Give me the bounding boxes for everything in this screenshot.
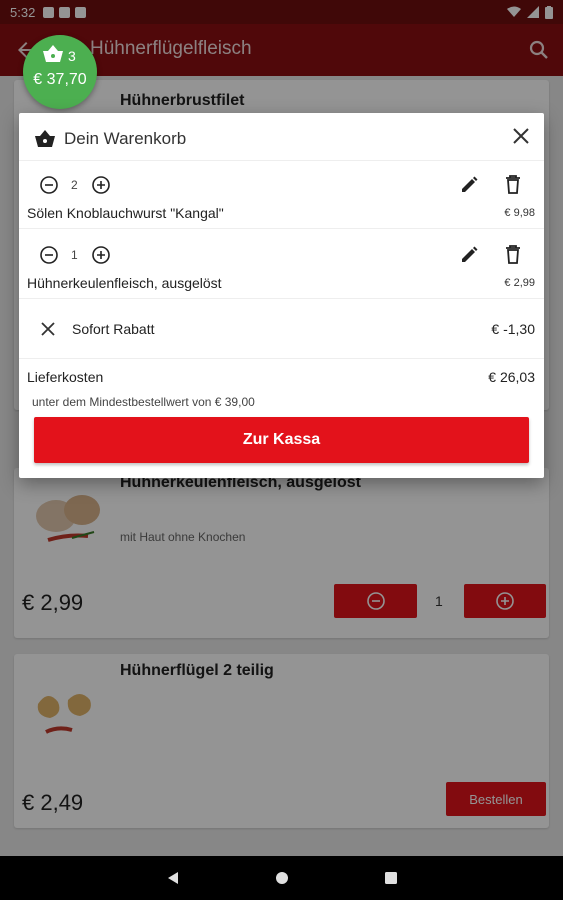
cart-item: 2 Sölen Knoblauchwurst "Kangal" € 9,98 bbox=[19, 161, 544, 229]
minus-circle-icon[interactable] bbox=[39, 245, 59, 265]
item-name: Hühnerkeulenfleisch, ausgelöst bbox=[27, 275, 222, 291]
trash-icon[interactable] bbox=[504, 174, 522, 194]
trash-icon[interactable] bbox=[504, 244, 522, 264]
dialog-title: Dein Warenkorb bbox=[64, 129, 187, 148]
checkout-button[interactable]: Zur Kassa bbox=[34, 417, 529, 463]
item-quantity: 2 bbox=[71, 178, 78, 192]
item-quantity: 1 bbox=[71, 248, 78, 262]
cart-item-count: 3 bbox=[68, 48, 76, 64]
cart-fab[interactable]: 3 € 37,70 bbox=[23, 35, 97, 109]
close-icon[interactable] bbox=[512, 127, 530, 145]
dialog-header: Dein Warenkorb bbox=[19, 113, 544, 161]
basket-icon bbox=[43, 45, 63, 62]
edit-pencil-icon[interactable] bbox=[459, 245, 479, 265]
item-price: € 2,99 bbox=[504, 277, 535, 289]
cart-dialog: Dein Warenkorb 2 Sölen Knoblauchwurst "K… bbox=[19, 113, 544, 478]
minus-circle-icon[interactable] bbox=[39, 175, 59, 195]
system-nav-bar bbox=[0, 856, 563, 900]
item-price: € 9,98 bbox=[504, 207, 535, 219]
nav-home-icon[interactable] bbox=[275, 871, 289, 885]
edit-pencil-icon[interactable] bbox=[459, 175, 479, 195]
discount-value: € -1,30 bbox=[491, 321, 535, 337]
nav-recents-icon[interactable] bbox=[384, 871, 398, 885]
nav-back-icon[interactable] bbox=[166, 871, 180, 885]
remove-discount-icon[interactable] bbox=[40, 321, 56, 337]
basket-icon bbox=[35, 130, 55, 147]
cart-item: 1 Hühnerkeulenfleisch, ausgelöst € 2,99 bbox=[19, 231, 544, 299]
delivery-label: Lieferkosten bbox=[27, 369, 104, 385]
plus-circle-icon[interactable] bbox=[91, 175, 111, 195]
minimum-order-note: unter dem Mindestbestellwert von € 39,00 bbox=[32, 395, 255, 409]
delivery-value: € 26,03 bbox=[488, 369, 535, 385]
discount-row: Sofort Rabatt € -1,30 bbox=[19, 301, 544, 359]
cart-total: € 37,70 bbox=[33, 71, 87, 88]
plus-circle-icon[interactable] bbox=[91, 245, 111, 265]
item-name: Sölen Knoblauchwurst "Kangal" bbox=[27, 205, 224, 221]
discount-label: Sofort Rabatt bbox=[72, 321, 155, 337]
